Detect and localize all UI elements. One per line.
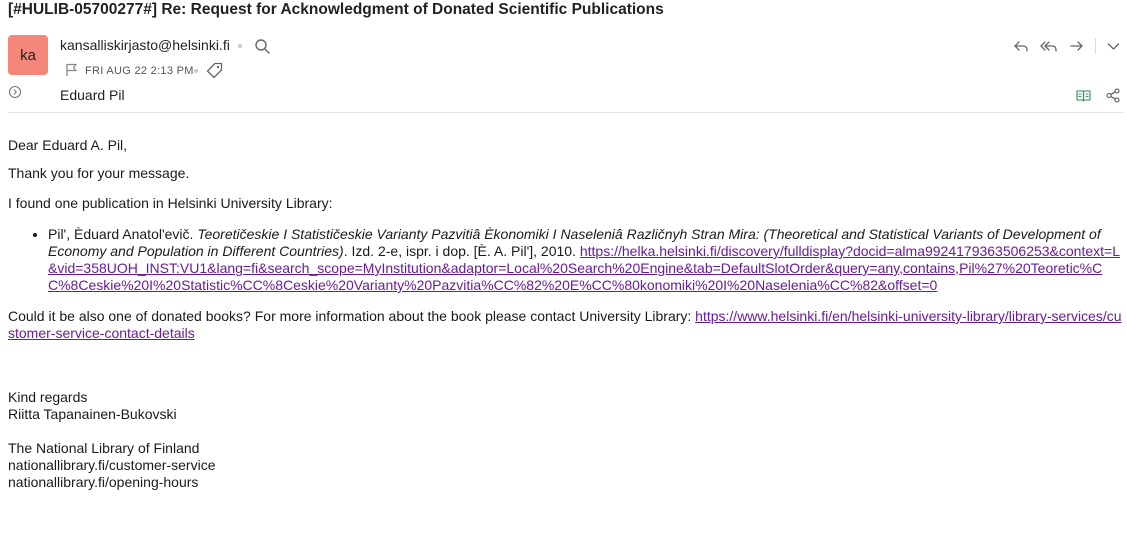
separator-dot [238, 44, 242, 48]
chevron-down-icon[interactable] [1106, 38, 1121, 54]
flag-icon[interactable] [65, 63, 78, 77]
found-line: I found one publication in Helsinki Univ… [8, 195, 333, 211]
email-body: Dear Eduard A. Pil, Thank you for your m… [8, 137, 1122, 491]
question-text: Could it be also one of donated books? F… [8, 308, 696, 324]
question-paragraph: Could it be also one of donated books? F… [8, 308, 1122, 342]
email-date: FRI AUG 22 2:13 PM [85, 65, 194, 77]
publication-details: . Izd. 2-e, ispr. i dop. [È. A. Pil'], 2… [343, 243, 580, 259]
expand-details-icon[interactable] [8, 85, 22, 99]
share-icon[interactable] [1106, 88, 1120, 103]
opening-hours-link: nationallibrary.fi/opening-hours [8, 474, 199, 490]
recipient-name[interactable]: Eduard Pil [60, 87, 125, 103]
tag-icon[interactable] [206, 62, 223, 79]
search-icon[interactable] [254, 38, 271, 55]
sender-address[interactable]: kansalliskirjasto@helsinki.fi [60, 37, 230, 53]
header-divider [8, 112, 1123, 113]
signature: Kind regards Riitta Tapanainen-Bukovski … [8, 389, 1122, 491]
separator-dot [194, 69, 198, 73]
reader-icon[interactable] [1076, 89, 1091, 102]
actions-divider [1095, 38, 1096, 54]
customer-service-link: nationallibrary.fi/customer-service [8, 457, 216, 473]
closing: Kind regards [8, 389, 88, 405]
reply-icon[interactable] [1013, 38, 1029, 54]
thanks-line: Thank you for your message. [8, 165, 190, 181]
publication-list: Pil', Èduard Anatol'evič. Teoretičeskie … [8, 226, 1122, 294]
sender-avatar: ka [8, 35, 48, 75]
email-subject: [#HULIB-05700277#] Re: Request for Ackno… [8, 1, 664, 18]
list-item: Pil', Èduard Anatol'evič. Teoretičeskie … [48, 226, 1122, 294]
organization: The National Library of Finland [8, 440, 200, 456]
reply-all-icon[interactable] [1040, 38, 1058, 54]
forward-icon[interactable] [1069, 38, 1085, 54]
signer-name: Riitta Tapanainen-Bukovski [8, 406, 177, 422]
publication-author: Pil', Èduard Anatol'evič. [48, 226, 198, 242]
greeting: Dear Eduard A. Pil, [8, 137, 128, 153]
